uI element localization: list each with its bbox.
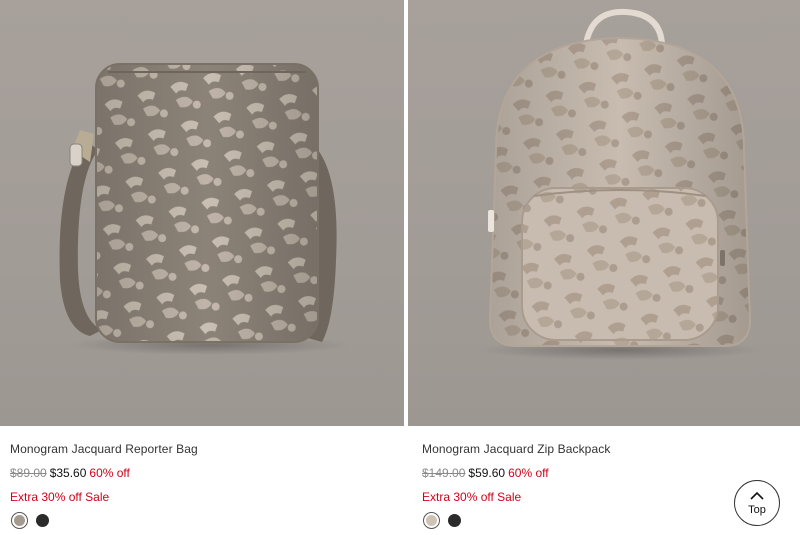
color-swatch-black[interactable] bbox=[448, 514, 461, 527]
product-card[interactable]: Monogram Jacquard Zip Backpack $149.00 $5… bbox=[408, 0, 800, 535]
promo-text: Extra 30% off Sale bbox=[422, 490, 522, 504]
discount-label: 60% off bbox=[508, 466, 549, 480]
color-swatch-black[interactable] bbox=[36, 514, 49, 527]
chevron-up-icon bbox=[750, 491, 764, 500]
product-name[interactable]: Monogram Jacquard Zip Backpack bbox=[422, 442, 610, 456]
product-image-zip-backpack[interactable] bbox=[408, 0, 800, 426]
sale-price: $35.60 bbox=[49, 466, 87, 480]
discount-label: 60% off bbox=[89, 466, 130, 480]
original-price: $149.00 bbox=[422, 466, 466, 480]
promo-text: Extra 30% off Sale bbox=[10, 490, 110, 504]
back-to-top-label: Top bbox=[748, 504, 766, 516]
color-swatch-cream[interactable] bbox=[423, 512, 440, 529]
product-name[interactable]: Monogram Jacquard Reporter Bag bbox=[10, 442, 198, 456]
back-to-top-button[interactable]: Top bbox=[734, 480, 780, 526]
reporter-bag-image bbox=[59, 63, 350, 355]
color-swatch-taupe[interactable] bbox=[11, 512, 28, 529]
zip-backpack-image bbox=[480, 8, 760, 360]
product-image-reporter-bag[interactable] bbox=[0, 0, 404, 426]
price-row: $149.00 $59.60 60% off bbox=[422, 466, 549, 480]
product-grid: Monogram Jacquard Reporter Bag $89.00 $35… bbox=[0, 0, 800, 535]
price-row: $89.00 $35.60 60% off bbox=[10, 466, 130, 480]
product-card[interactable]: Monogram Jacquard Reporter Bag $89.00 $35… bbox=[0, 0, 404, 535]
original-price: $89.00 bbox=[10, 466, 47, 480]
sale-price: $59.60 bbox=[468, 466, 506, 480]
